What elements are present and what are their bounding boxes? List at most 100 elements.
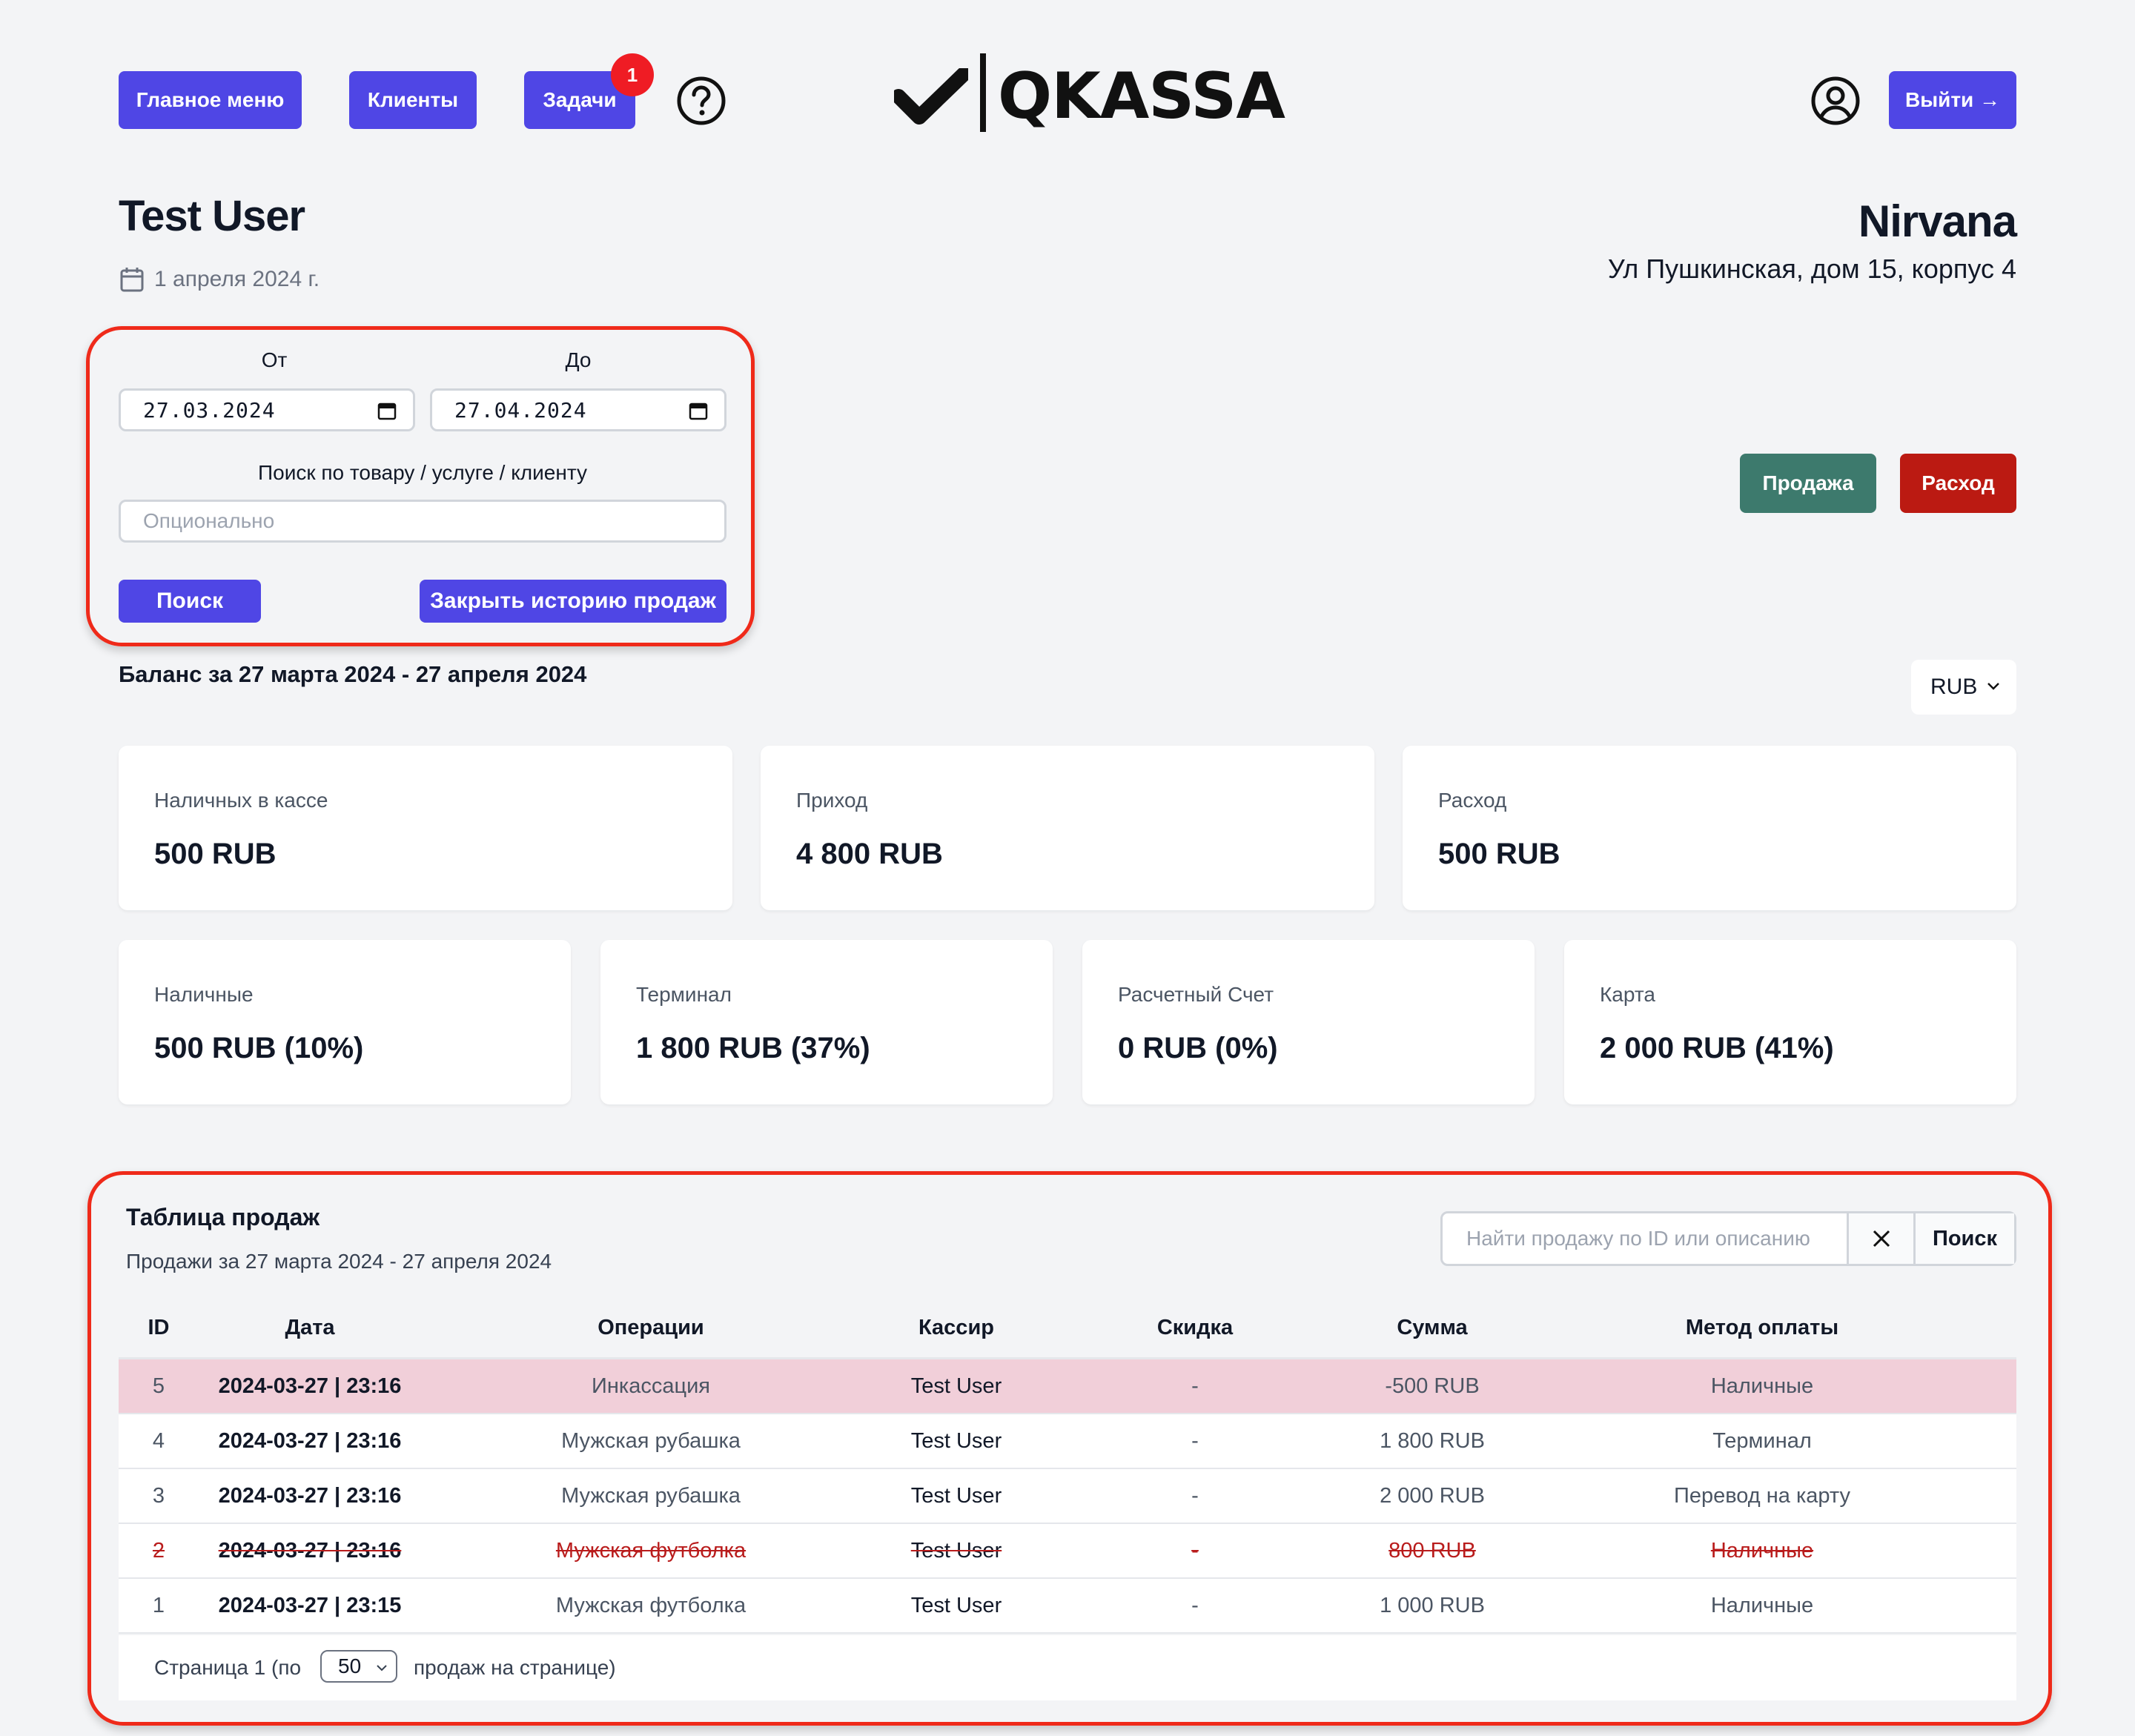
product-search-input[interactable]: Опционально <box>119 500 726 543</box>
chevron-down-icon <box>1987 683 1999 690</box>
logo-check-icon <box>894 68 968 125</box>
currency-value: RUB <box>1930 675 1978 699</box>
close-sales-history-button[interactable]: Закрыть историю продаж <box>420 580 726 623</box>
filter-search-button[interactable]: Поиск <box>119 580 261 623</box>
main-menu-button[interactable]: Главное меню <box>119 71 302 129</box>
sales-search-input[interactable]: Найти продажу по ID или описанию <box>1443 1213 1849 1264</box>
cell-cashier: Test User <box>910 1593 1002 1617</box>
close-icon <box>1873 1230 1890 1248</box>
per-page-select[interactable]: 50 <box>320 1650 397 1683</box>
card-card: Карта 2 000 RUB (41%) <box>1564 940 2016 1104</box>
cell-payment-method: Наличные <box>1710 1593 1814 1617</box>
sales-table-body: 5 2024-03-27 | 23:16 Инкассация Test Use… <box>119 1359 2016 1634</box>
shop-address: Ул Пушкинская, дом 15, корпус 4 <box>1607 254 2016 284</box>
user-name-heading: Test User <box>119 192 305 240</box>
logo: QKASSA <box>998 59 1285 133</box>
pagination-suffix: продаж на странице) <box>414 1656 616 1679</box>
cell-sum: 2 000 RUB <box>1380 1483 1485 1508</box>
date-to-input[interactable]: 27.04.2024 <box>430 388 726 431</box>
sales-table-title: Таблица продаж <box>126 1204 320 1230</box>
cell-sum: 1 000 RUB <box>1380 1593 1485 1617</box>
card-label: Терминал <box>636 983 732 1006</box>
card-value: 1 800 RUB (37%) <box>636 1032 870 1064</box>
column-header-operations: Операции <box>598 1315 704 1339</box>
cell-cashier: Test User <box>910 1483 1002 1508</box>
shop-name: Nirvana <box>1858 196 2017 246</box>
card-label: Карта <box>1600 983 1655 1006</box>
sale-button[interactable]: Продажа <box>1740 454 1876 513</box>
pagination: Страница 1 (по 50 продаж на странице) <box>119 1635 2016 1700</box>
card-value: 500 RUB (10%) <box>154 1032 364 1064</box>
card-value: 0 RUB (0%) <box>1118 1032 1278 1064</box>
card-label: Расчетный Счет <box>1118 983 1274 1006</box>
calendar-icon <box>120 268 144 292</box>
sales-search-group: Найти продажу по ID или описанию Поиск <box>1440 1211 2016 1266</box>
card-cash-in-register: Наличных в кассе 500 RUB <box>119 746 732 910</box>
cell-date: 2024-03-27 | 23:16 <box>218 1374 402 1398</box>
pagination-prefix: Страница 1 (по <box>154 1656 302 1679</box>
cell-discount: - <box>1191 1374 1199 1398</box>
cell-date: 2024-03-27 | 23:16 <box>218 1428 402 1453</box>
balance-title: Баланс за 27 марта 2024 - 27 апреля 2024 <box>119 661 587 687</box>
card-value: 500 RUB <box>1438 838 1560 870</box>
cell-operation: Мужская рубашка <box>561 1428 741 1453</box>
cell-operation: Мужская рубашка <box>561 1483 741 1508</box>
cell-operation: Мужская футболка <box>555 1593 747 1617</box>
per-page-value: 50 <box>338 1654 362 1677</box>
table-row[interactable]: 3 2024-03-27 | 23:16 Мужская рубашка Tes… <box>119 1469 2016 1524</box>
table-row[interactable]: 2 2024-03-27 | 23:16 Мужская футболка Te… <box>119 1524 2016 1579</box>
column-header-discount: Скидка <box>1156 1315 1234 1339</box>
cell-id: 1 <box>152 1593 165 1617</box>
date-from-calendar-icon[interactable] <box>377 401 397 420</box>
cell-id: 3 <box>152 1483 165 1508</box>
cell-sum: -500 RUB <box>1385 1374 1480 1398</box>
cell-cashier: Test User <box>910 1538 1002 1563</box>
cell-payment-method: Перевод на карту <box>1673 1483 1851 1508</box>
date-to-calendar-icon[interactable] <box>689 401 708 420</box>
cell-payment-method: Терминал <box>1712 1428 1812 1453</box>
card-cash: Наличные 500 RUB (10%) <box>119 940 571 1104</box>
expense-button[interactable]: Расход <box>1900 454 2016 513</box>
sales-search-button[interactable]: Поиск <box>1916 1213 2014 1264</box>
help-icon[interactable] <box>676 76 726 126</box>
sales-table-subtitle: Продажи за 27 марта 2024 - 27 апреля 202… <box>126 1250 552 1273</box>
cell-operation: Мужская футболка <box>555 1538 747 1563</box>
cell-sum: 800 RUB <box>1388 1538 1476 1563</box>
logout-button[interactable]: Выйти → <box>1889 71 2016 129</box>
chevron-down-icon <box>377 1665 387 1672</box>
clients-button[interactable]: Клиенты <box>349 71 477 129</box>
card-terminal: Терминал 1 800 RUB (37%) <box>600 940 1053 1104</box>
cell-date: 2024-03-27 | 23:16 <box>218 1538 402 1563</box>
logo-divider <box>980 53 986 132</box>
tasks-notification-badge: 1 <box>611 53 654 96</box>
sales-table-header: ID Дата Операции Кассир Скидка Сумма Мет… <box>119 1299 2016 1359</box>
cell-discount: - <box>1191 1538 1199 1563</box>
cell-id: 2 <box>152 1538 165 1563</box>
date-from-value: 27.03.2024 <box>143 397 276 423</box>
table-row[interactable]: 4 2024-03-27 | 23:16 Мужская рубашка Tes… <box>119 1414 2016 1469</box>
card-label: Приход <box>796 789 868 812</box>
cell-cashier: Test User <box>910 1428 1002 1453</box>
table-row[interactable]: 5 2024-03-27 | 23:16 Инкассация Test Use… <box>119 1359 2016 1414</box>
card-value: 500 RUB <box>154 838 277 870</box>
cell-operation: Инкассация <box>592 1374 710 1398</box>
date-from-input[interactable]: 27.03.2024 <box>119 388 415 431</box>
current-date: 1 апреля 2024 г. <box>120 267 320 292</box>
table-row[interactable]: 1 2024-03-27 | 23:15 Мужская футболка Te… <box>119 1579 2016 1634</box>
cell-id: 5 <box>152 1374 165 1398</box>
card-label: Наличные <box>154 983 254 1006</box>
clear-search-button[interactable] <box>1849 1213 1916 1264</box>
product-search-label: Поиск по товару / услуге / клиенту <box>258 461 587 484</box>
column-header-date: Дата <box>285 1315 335 1339</box>
cell-cashier: Test User <box>910 1374 1002 1398</box>
date-to-value: 27.04.2024 <box>454 397 587 423</box>
cell-date: 2024-03-27 | 23:16 <box>218 1483 402 1508</box>
date-from-label: От <box>261 348 288 371</box>
user-profile-icon[interactable] <box>1810 76 1861 126</box>
column-header-id: ID <box>148 1315 170 1339</box>
column-header-sum: Сумма <box>1397 1315 1468 1339</box>
cell-payment-method: Наличные <box>1710 1538 1814 1563</box>
currency-select[interactable]: RUB <box>1911 660 2016 715</box>
cell-discount: - <box>1191 1593 1199 1617</box>
cell-discount: - <box>1191 1428 1199 1453</box>
